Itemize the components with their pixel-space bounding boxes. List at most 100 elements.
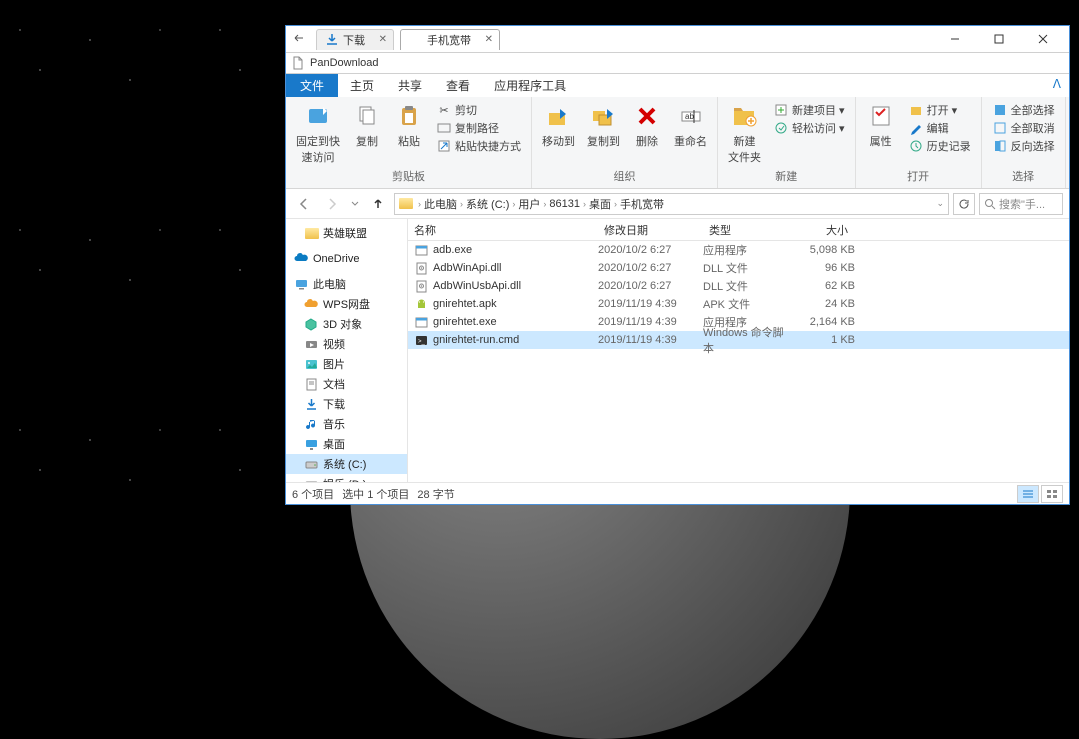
file-icon xyxy=(414,261,429,276)
back-button[interactable] xyxy=(292,192,316,216)
search-icon xyxy=(984,198,996,210)
sidebar-item[interactable]: 图片 xyxy=(286,354,407,374)
file-icon xyxy=(414,297,429,312)
paste-button[interactable]: 粘贴 xyxy=(388,99,430,151)
file-list: adb.exe2020/10/2 6:27应用程序5,098 KBAdbWinA… xyxy=(408,241,1069,482)
minimize-button[interactable] xyxy=(933,27,977,51)
onedrive-icon xyxy=(294,251,309,266)
tab-current-folder[interactable]: 手机宽带 ✕ xyxy=(400,29,500,50)
menu-home[interactable]: 主页 xyxy=(338,74,386,97)
new-folder-icon xyxy=(730,101,760,131)
copy-button[interactable]: 复制 xyxy=(346,99,388,151)
sidebar-item[interactable]: 此电脑 xyxy=(286,274,407,294)
new-folder-button[interactable]: 新建 文件夹 xyxy=(722,99,767,167)
sidebar-item[interactable]: 桌面 xyxy=(286,434,407,454)
rename-button[interactable]: ab重命名 xyxy=(668,99,713,151)
paste-icon xyxy=(394,101,424,131)
maximize-button[interactable] xyxy=(977,27,1021,51)
address-bar[interactable]: › 此电脑› 系统 (C:)› 用户› 86131› 桌面› 手机宽带 ⌄ xyxy=(394,193,949,215)
music-icon xyxy=(304,417,319,432)
pictures-icon xyxy=(304,357,319,372)
menu-view[interactable]: 查看 xyxy=(434,74,482,97)
easy-access-button[interactable]: 轻松访问 ▾ xyxy=(769,119,849,137)
close-icon[interactable]: ✕ xyxy=(379,34,387,45)
menu-bar: 文件 主页 共享 查看 应用程序工具 ᐱ xyxy=(286,74,1069,97)
invert-selection-button[interactable]: 反向选择 xyxy=(988,137,1059,155)
sidebar-item[interactable]: 3D 对象 xyxy=(286,314,407,334)
copy-icon xyxy=(352,101,382,131)
recent-dropdown[interactable] xyxy=(348,192,362,216)
file-row[interactable]: gnirehtet.apk2019/11/19 4:39APK 文件24 KB xyxy=(408,295,1069,313)
file-row[interactable]: adb.exe2020/10/2 6:27应用程序5,098 KB xyxy=(408,241,1069,259)
history-button[interactable]: 历史记录 xyxy=(904,137,975,155)
edit-button[interactable]: 编辑 xyxy=(904,119,975,137)
download-tab-icon xyxy=(325,33,339,47)
column-type[interactable]: 类型 xyxy=(703,222,793,238)
pin-quick-access-button[interactable]: 固定到快 速访问 xyxy=(290,99,346,167)
status-count: 6 个项目 xyxy=(292,486,334,502)
new-item-icon xyxy=(773,102,789,118)
copy-path-button[interactable]: 复制路径 xyxy=(432,119,525,137)
paste-shortcut-button[interactable]: 粘贴快捷方式 xyxy=(432,137,525,155)
copy-to-icon xyxy=(589,101,619,131)
column-name[interactable]: 名称 xyxy=(408,222,598,238)
easy-access-icon xyxy=(773,120,789,136)
sidebar-item[interactable]: 系统 (C:) xyxy=(286,454,407,474)
file-row[interactable]: AdbWinUsbApi.dll2020/10/2 6:27DLL 文件62 K… xyxy=(408,277,1069,295)
sidebar-item[interactable]: 视频 xyxy=(286,334,407,354)
menu-apptools[interactable]: 应用程序工具 xyxy=(482,74,578,97)
icons-view-button[interactable] xyxy=(1041,485,1063,503)
open-icon xyxy=(908,102,924,118)
tab-downloads[interactable]: 下载 ✕ xyxy=(316,29,394,50)
close-button[interactable] xyxy=(1021,27,1065,51)
file-row[interactable]: AdbWinApi.dll2020/10/2 6:27DLL 文件96 KB xyxy=(408,259,1069,277)
properties-button[interactable]: 属性 xyxy=(860,99,902,151)
up-button[interactable] xyxy=(366,192,390,216)
select-none-button[interactable]: 全部取消 xyxy=(988,119,1059,137)
open-button[interactable]: 打开 ▾ xyxy=(904,101,975,119)
menu-file[interactable]: 文件 xyxy=(286,74,338,97)
search-input[interactable]: 搜索"手... xyxy=(979,193,1063,215)
copy-to-button[interactable]: 复制到 xyxy=(581,99,626,151)
select-all-button[interactable]: 全部选择 xyxy=(988,101,1059,119)
sidebar-item[interactable]: WPS网盘 xyxy=(286,294,407,314)
sidebar-item[interactable]: 下载 xyxy=(286,394,407,414)
sidebar-item[interactable]: 文档 xyxy=(286,374,407,394)
address-row: › 此电脑› 系统 (C:)› 用户› 86131› 桌面› 手机宽带 ⌄ 搜索… xyxy=(286,189,1069,219)
delete-icon xyxy=(632,101,662,131)
menu-share[interactable]: 共享 xyxy=(386,74,434,97)
column-size[interactable]: 大小 xyxy=(793,222,855,238)
sidebar-item[interactable]: OneDrive xyxy=(286,249,407,268)
sidebar-item[interactable]: 娱乐 (D:) xyxy=(286,474,407,482)
close-icon[interactable]: ✕ xyxy=(485,34,493,45)
file-icon: >_ xyxy=(414,333,429,348)
ribbon: 固定到快 速访问 复制 粘贴 ✂剪切 复制路径 粘贴快捷方式 剪贴板 移动到 复… xyxy=(286,97,1069,189)
drive-icon xyxy=(304,457,319,472)
sidebar: 英雄联盟 OneDrive 此电脑WPS网盘3D 对象视频图片文档下载音乐桌面系统 … xyxy=(286,219,408,482)
ribbon-collapse-button[interactable]: ᐱ xyxy=(1045,74,1069,97)
details-view-button[interactable] xyxy=(1017,485,1039,503)
properties-icon xyxy=(866,101,896,131)
cut-button[interactable]: ✂剪切 xyxy=(432,101,525,119)
tab-label: 手机宽带 xyxy=(427,32,471,48)
forward-button[interactable] xyxy=(320,192,344,216)
edit-icon xyxy=(908,120,924,136)
column-date[interactable]: 修改日期 xyxy=(598,222,703,238)
delete-button[interactable]: 删除 xyxy=(626,99,668,151)
refresh-button[interactable] xyxy=(953,193,975,215)
status-bytes: 28 字节 xyxy=(417,486,454,502)
file-icon xyxy=(414,315,429,330)
video-icon xyxy=(304,337,319,352)
move-to-button[interactable]: 移动到 xyxy=(536,99,581,151)
column-headers: 名称 修改日期 类型 大小 xyxy=(408,219,1069,241)
folder-icon xyxy=(399,198,413,209)
sidebar-item[interactable]: 音乐 xyxy=(286,414,407,434)
history-icon xyxy=(908,138,924,154)
sidebar-item[interactable]: 英雄联盟 xyxy=(286,223,407,243)
3d-icon xyxy=(304,317,319,332)
new-item-button[interactable]: 新建项目 ▾ xyxy=(769,101,849,119)
file-row[interactable]: >_gnirehtet-run.cmd2019/11/19 4:39Window… xyxy=(408,331,1069,349)
svg-text:ab: ab xyxy=(685,112,694,121)
qat-tool-icon[interactable] xyxy=(293,32,307,46)
cut-icon: ✂ xyxy=(436,102,452,118)
